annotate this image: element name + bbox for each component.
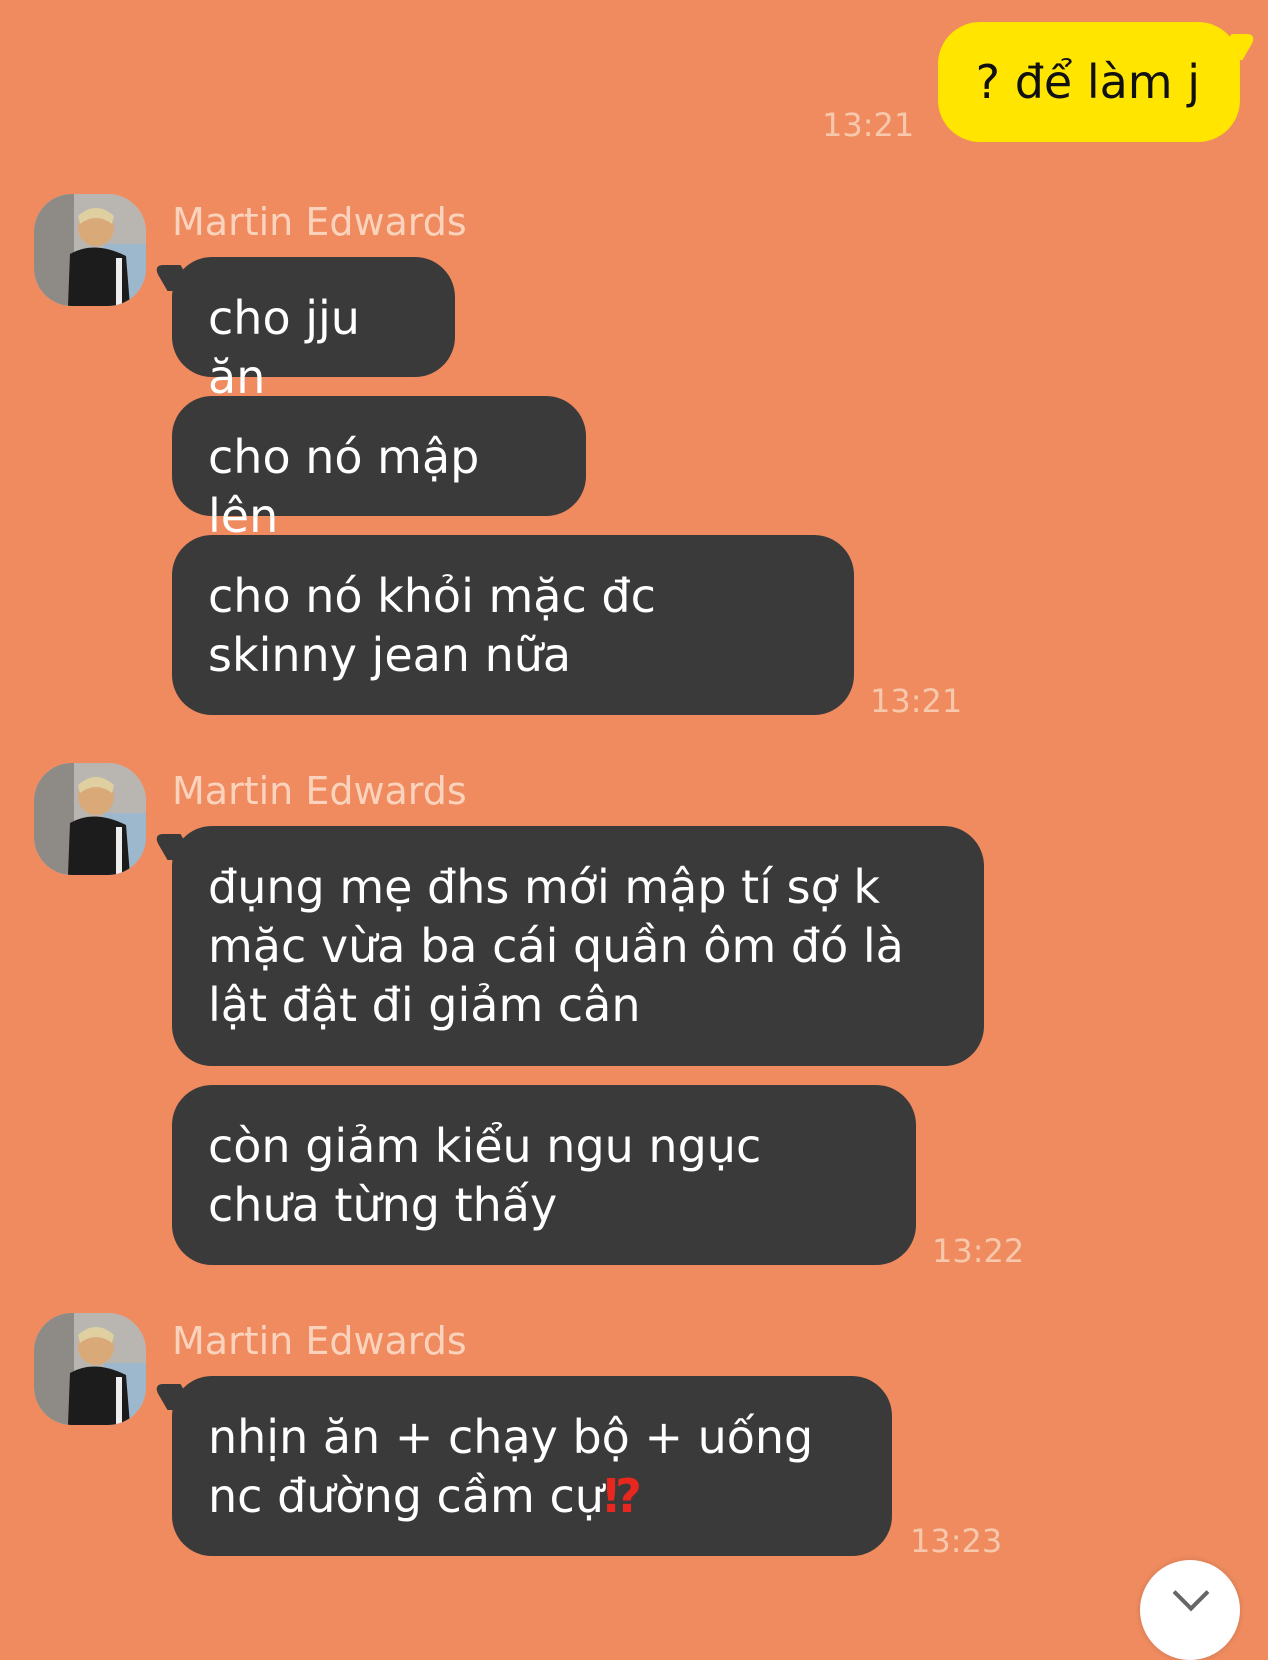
message-timestamp: 13:22: [932, 1232, 1025, 1270]
sender-name: Martin Edwards: [172, 200, 467, 244]
outgoing-timestamp: 13:21: [822, 106, 915, 144]
exclamation-question-emoji-icon: ⁉: [603, 1469, 643, 1523]
incoming-message-bubble[interactable]: nhịn ăn + chạy bộ + uống nc đường cầm cự…: [152, 1376, 892, 1556]
message-text: cho nó mập lên: [208, 430, 480, 543]
avatar-photo-icon: [34, 194, 146, 306]
bubble-tail: [152, 834, 196, 860]
scroll-down-button[interactable]: [1140, 1560, 1240, 1660]
incoming-message-bubble[interactable]: cho jju ăn: [152, 257, 455, 404]
sender-name: Martin Edwards: [172, 769, 467, 813]
incoming-message-bubble[interactable]: cho nó mập lên: [172, 396, 586, 543]
incoming-message-bubble[interactable]: cho nó khỏi mặc đc skinny jean nữa: [172, 535, 854, 715]
chevron-down-icon: [1172, 1574, 1210, 1612]
outgoing-message-text: ? để làm j: [975, 55, 1200, 109]
message-text: cho jju ăn: [208, 291, 360, 404]
bubble-tail: [152, 1384, 196, 1410]
message-text: nhịn ăn + chạy bộ + uống nc đường cầm cự: [208, 1410, 814, 1523]
bubble-tail: [1216, 34, 1258, 60]
bubble-tail: [152, 265, 196, 291]
avatar[interactable]: [34, 194, 146, 306]
avatar-photo-icon: [34, 1313, 146, 1425]
incoming-message-bubble[interactable]: đụng mẹ đhs mới mập tí sợ k mặc vừa ba c…: [152, 826, 984, 1066]
message-text: cho nó khỏi mặc đc skinny jean nữa: [208, 569, 656, 682]
message-timestamp: 13:21: [870, 682, 963, 720]
outgoing-message-bubble[interactable]: ? để làm j: [937, 22, 1258, 142]
avatar[interactable]: [34, 1313, 146, 1425]
avatar-photo-icon: [34, 763, 146, 875]
sender-name: Martin Edwards: [172, 1319, 467, 1363]
incoming-message-bubble[interactable]: còn giảm kiểu ngu ngục chưa từng thấy: [172, 1085, 916, 1265]
message-timestamp: 13:23: [910, 1522, 1003, 1560]
message-text: đụng mẹ đhs mới mập tí sợ k mặc vừa ba c…: [208, 860, 904, 1032]
message-text: còn giảm kiểu ngu ngục chưa từng thấy: [208, 1119, 762, 1232]
avatar[interactable]: [34, 763, 146, 875]
